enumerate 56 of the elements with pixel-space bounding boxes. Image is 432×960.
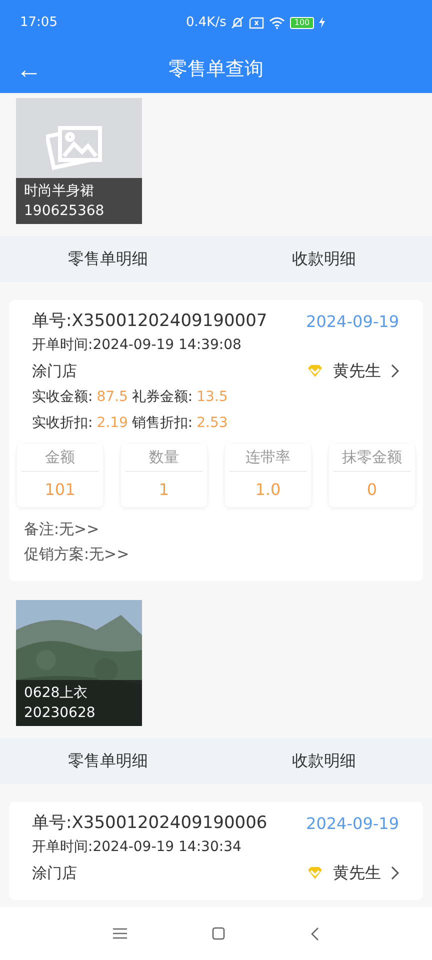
order-date: 2024-09-19 xyxy=(306,312,399,330)
order-card[interactable]: 单号:X35001202409190007 2024-09-19 开单时间:2024-09-19 14:39:08 涂门店 黄先生 实收金额: 87.5 礼券金额: 13.5 实收折扣: 2.19 销售折扣: 2.53 金额 101 数量 1 连带率 1.0 抹零金额 0 备注:无>> 促销方案:无>> xyxy=(9,300,423,581)
stat-label: 数量 xyxy=(125,448,203,472)
customer-link[interactable]: 黄先生 xyxy=(307,862,399,884)
order-card[interactable]: 单号:X35001202409190006 2024-09-19 开单时间:2024-09-19 14:30:34 涂门店 黄先生 xyxy=(9,802,423,900)
amount-value: 87.5 xyxy=(96,388,128,407)
order-time: 开单时间:2024-09-19 14:30:34 xyxy=(32,838,242,857)
stat-value: 1.0 xyxy=(255,480,281,499)
stat-value: 1 xyxy=(158,480,170,499)
sim-card-icon xyxy=(249,16,264,28)
page-title: 零售单查询 xyxy=(168,57,264,82)
chevron-right-icon xyxy=(391,364,399,378)
product-code: 20230628 xyxy=(24,704,96,723)
amount-label: 销售折扣: xyxy=(132,414,193,433)
diamond-icon xyxy=(307,365,323,377)
menu-icon[interactable] xyxy=(112,928,127,939)
stat-label: 金额 xyxy=(21,448,99,472)
order-number: 单号:X35001202409190007 xyxy=(32,310,268,332)
store-name: 涂门店 xyxy=(32,361,77,382)
product-name: 0628上衣 xyxy=(24,684,89,703)
detail-tab[interactable]: 零售单明细 xyxy=(0,236,216,282)
bell-off-icon xyxy=(231,16,244,29)
back-icon[interactable] xyxy=(311,926,320,940)
charging-icon xyxy=(318,17,325,28)
product-thumbnail[interactable]: 0628上衣 20230628 xyxy=(16,600,142,726)
stat-label: 抹零金额 xyxy=(333,448,411,472)
order-date: 2024-09-19 xyxy=(306,814,399,832)
diamond-icon xyxy=(307,867,323,879)
note-link[interactable]: 备注:无>> xyxy=(24,517,399,542)
amount-value: 2.19 xyxy=(96,414,128,433)
order-number: 单号:X35001202409190006 xyxy=(32,812,268,834)
detail-tab[interactable]: 零售单明细 xyxy=(0,738,216,784)
amount-value: 2.53 xyxy=(196,414,228,433)
product-name: 时尚半身裙 xyxy=(24,182,95,201)
store-name: 涂门店 xyxy=(32,863,77,884)
amount-value: 13.5 xyxy=(196,388,228,407)
stat-value: 101 xyxy=(44,480,76,499)
product-thumbnail[interactable]: 时尚半身裙 190625368 xyxy=(16,98,142,224)
product-code: 190625368 xyxy=(24,202,106,221)
network-speed: 0.4K/s xyxy=(186,15,226,30)
stat-value: 0 xyxy=(366,480,378,499)
detail-tab[interactable]: 收款明细 xyxy=(216,738,432,784)
battery-level: 100 xyxy=(290,16,314,28)
order-time: 开单时间:2024-09-19 14:39:08 xyxy=(32,336,242,355)
amount-label: 实收金额: xyxy=(32,388,93,407)
chevron-right-icon xyxy=(391,866,399,880)
detail-tab[interactable]: 收款明细 xyxy=(216,236,432,282)
stat-label: 连带率 xyxy=(229,448,307,472)
back-button[interactable]: ← xyxy=(12,56,46,82)
wifi-icon xyxy=(269,16,286,28)
status-time: 17:05 xyxy=(20,15,58,30)
customer-link[interactable]: 黄先生 xyxy=(307,360,399,382)
home-icon[interactable] xyxy=(212,927,226,940)
amount-label: 礼券金额: xyxy=(132,388,193,407)
note-link[interactable]: 促销方案:无>> xyxy=(24,542,399,567)
amount-label: 实收折扣: xyxy=(32,414,93,433)
